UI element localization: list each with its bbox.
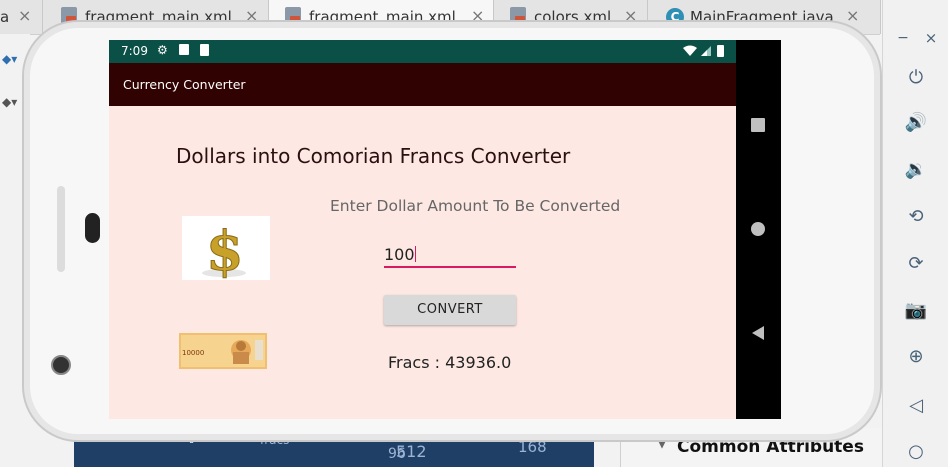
status-time: 7:09 — [121, 44, 148, 58]
phone-camera — [51, 355, 71, 375]
rotate-left-icon[interactable]: ⟲ — [904, 205, 928, 229]
home-icon[interactable] — [751, 222, 765, 236]
sd-card-icon — [200, 44, 209, 56]
svg-text:$: $ — [206, 219, 244, 280]
app-title: Currency Converter — [123, 77, 246, 92]
volume-up-icon[interactable]: 🔊 — [904, 111, 928, 135]
amount-hint: Enter Dollar Amount To Be Converted — [330, 197, 621, 215]
editor-tab-partial[interactable]: a × — [0, 0, 43, 34]
zoom-icon[interactable]: ⊕ — [904, 345, 928, 369]
convert-button[interactable]: CONVERT — [384, 295, 516, 325]
rotate-right-icon[interactable]: ⟳ — [904, 252, 928, 276]
dollar-image: $ — [182, 216, 270, 284]
text-cursor — [414, 246, 416, 262]
app-bar: Currency Converter — [109, 63, 736, 106]
camera-icon[interactable]: 📷 — [904, 299, 928, 323]
status-bar: 7:09 ⚙ — [109, 40, 736, 63]
banknote-image: 10000 — [179, 330, 267, 372]
orientation-dropdown-icon[interactable]: ◆▾ — [2, 95, 17, 109]
minimize-button[interactable]: − — [891, 26, 915, 50]
navigation-bar — [736, 40, 781, 419]
banknote-value: 10000 — [182, 349, 204, 357]
recents-icon[interactable] — [751, 118, 765, 132]
close-button[interactable]: × — [919, 26, 943, 50]
tab-close-icon[interactable]: × — [846, 6, 859, 25]
device-dropdown-icon[interactable]: ◆▾ — [2, 52, 17, 66]
back-icon[interactable] — [750, 325, 766, 341]
volume-down-icon[interactable]: 🔉 — [904, 158, 928, 182]
wifi-signal-battery-icon — [683, 45, 724, 57]
phone-side-button — [57, 186, 65, 272]
settings-icon: ⚙ — [157, 43, 168, 57]
conversion-result: Fracs : 43936.0 — [388, 353, 512, 372]
tab-close-icon[interactable]: × — [18, 6, 31, 25]
back-icon[interactable]: ◁ — [904, 394, 928, 418]
converter-heading: Dollars into Comorian Francs Converter — [176, 144, 571, 168]
blueprint-number: 96 — [388, 446, 406, 462]
power-icon[interactable]: ⏻ — [904, 66, 928, 90]
home-icon[interactable]: ○ — [904, 440, 928, 464]
dollar-amount-input[interactable]: 100 — [384, 245, 516, 268]
emulator-toolbar: − × ⏻ 🔊 🔉 ⟲ ⟳ 📷 ⊕ ◁ ○ — [882, 0, 948, 467]
notification-a-icon — [179, 44, 189, 55]
phone-speaker — [85, 213, 100, 243]
